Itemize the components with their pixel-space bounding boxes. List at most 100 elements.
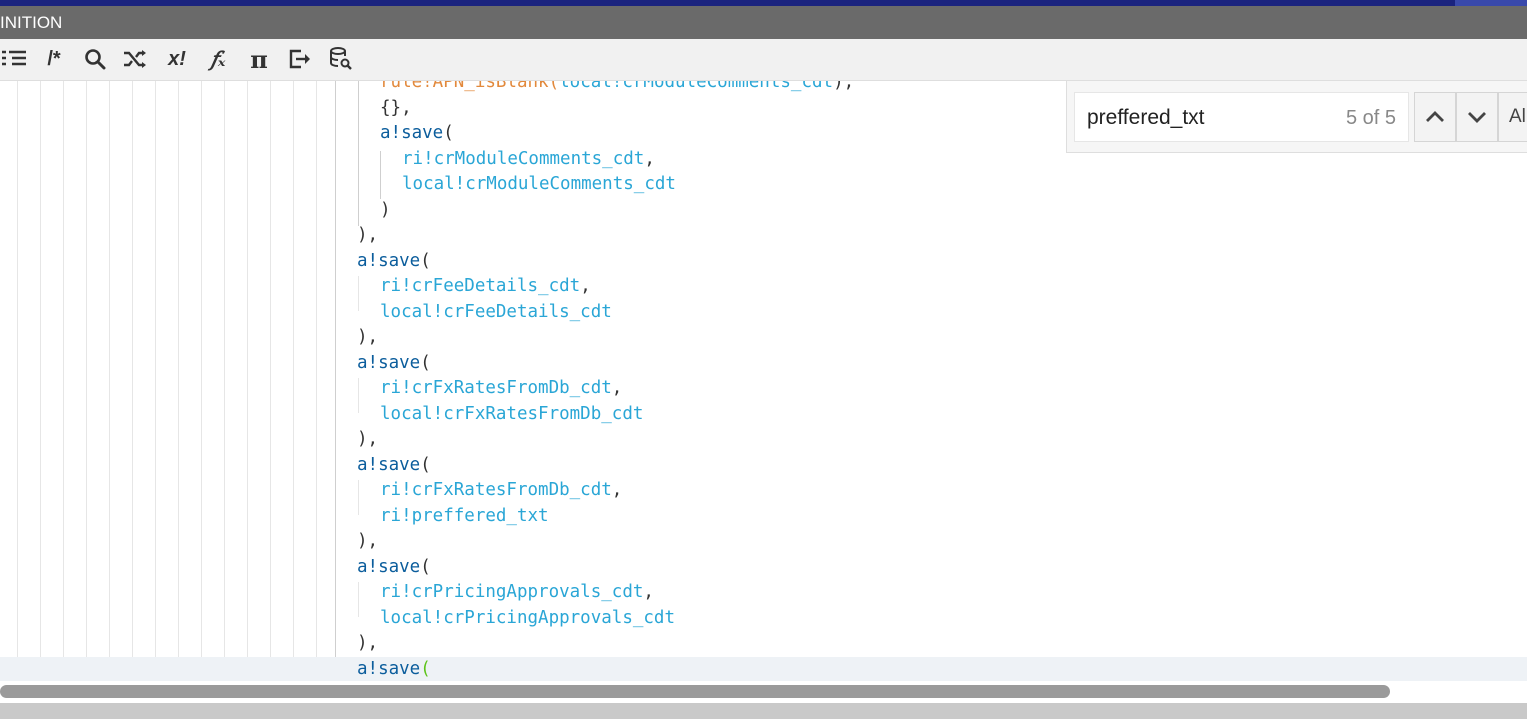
panel-title: INITION (0, 13, 63, 32)
code-token: local!crModuleComments_cdt (402, 174, 676, 194)
code-token: ( (420, 556, 431, 577)
database-search-icon[interactable] (327, 45, 355, 73)
comment-label: /* (47, 47, 61, 70)
code-line[interactable]: ), (0, 223, 1527, 249)
code-line[interactable]: ri!preffered_txt (0, 504, 1527, 530)
code-token: ri!crFxRatesFromDb_cdt (380, 378, 612, 398)
code-token: ), (357, 225, 379, 245)
panel-title-bar: INITION (0, 6, 1527, 39)
code-line[interactable]: ) (0, 198, 1527, 224)
code-line[interactable]: ri!crFxRatesFromDb_cdt, (0, 376, 1527, 402)
code-text: ri!crPricingApprovals_cdt, (380, 580, 654, 606)
code-text: ri!crFeeDetails_cdt, (380, 274, 591, 300)
variable-label: x! (168, 47, 186, 70)
code-text: a!save( (357, 249, 431, 275)
code-line[interactable]: a!save( (0, 555, 1527, 581)
code-token: ), (357, 327, 379, 347)
code-text: local!crFxRatesFromDb_cdt (380, 402, 643, 428)
code-text: local!crFeeDetails_cdt (380, 300, 612, 326)
code-text: ), (357, 529, 378, 555)
code-text: ) (380, 198, 391, 224)
code-token: {}, (380, 97, 412, 118)
find-all-button[interactable]: All (1498, 92, 1527, 142)
code-token: , (611, 378, 623, 398)
code-token: , (580, 276, 591, 296)
code-token: ri!crModuleComments_cdt (402, 148, 645, 169)
editor-toolbar: /* x! 𝑓ₓ π (0, 39, 1527, 81)
horizontal-scrollbar[interactable] (0, 681, 1527, 703)
function-label: 𝑓ₓ (210, 47, 226, 71)
code-text: a!save( (357, 657, 431, 682)
code-token: rule!APN_isBlank( (380, 81, 560, 92)
code-text: local!crPricingApprovals_cdt (380, 606, 675, 632)
code-line[interactable]: local!crFeeDetails_cdt (0, 300, 1527, 326)
code-text: a!save( (357, 555, 431, 581)
chevron-up-icon (1426, 111, 1444, 122)
code-token: ( (420, 658, 431, 679)
code-token: , (644, 148, 655, 169)
code-line[interactable]: a!save( (0, 249, 1527, 275)
code-token: , (611, 480, 623, 500)
find-next-button[interactable] (1456, 92, 1498, 142)
code-token: a!save (357, 556, 421, 577)
find-input[interactable]: preffered_txt 5 of 5 (1074, 92, 1409, 142)
code-line[interactable]: ), (0, 325, 1527, 351)
code-token: local!crFxRatesFromDb_cdt (380, 403, 644, 424)
code-line[interactable]: ), (0, 529, 1527, 555)
shuffle-icon[interactable] (121, 45, 149, 73)
code-token: local!crPricingApprovals_cdt (380, 607, 676, 628)
code-token: ( (420, 454, 431, 475)
code-token: a!save (380, 123, 444, 143)
comment-icon[interactable]: /* (40, 45, 68, 73)
export-icon[interactable] (286, 45, 314, 73)
search-icon[interactable] (81, 45, 109, 73)
find-match-count: 5 of 5 (1345, 107, 1396, 129)
code-editor[interactable]: rule!APN_isBlank(local!crModuleComments_… (0, 81, 1527, 681)
code-token: a!save (357, 454, 421, 475)
code-line[interactable]: local!crFxRatesFromDb_cdt (0, 402, 1527, 428)
code-token: ), (357, 531, 379, 551)
code-token: ), (357, 429, 379, 449)
find-all-label: All (1509, 106, 1527, 127)
code-token: local!crFeeDetails_cdt (380, 301, 612, 322)
code-line[interactable]: ri!crPricingApprovals_cdt, (0, 580, 1527, 606)
find-previous-button[interactable] (1414, 92, 1456, 142)
code-text: ), (357, 223, 378, 249)
find-widget: preffered_txt 5 of 5 All (1066, 81, 1527, 153)
code-token: ri!crFxRatesFromDb_cdt (380, 480, 612, 500)
code-token: a!save (357, 352, 421, 373)
code-line[interactable]: local!crModuleComments_cdt (0, 172, 1527, 198)
code-token: ), (357, 633, 379, 653)
code-text: ri!crModuleComments_cdt, (402, 147, 655, 173)
pi-icon[interactable]: π (245, 44, 273, 74)
code-text: a!save( (380, 121, 454, 147)
code-line[interactable]: ri!crFeeDetails_cdt, (0, 274, 1527, 300)
code-line[interactable]: ), (0, 427, 1527, 453)
code-token: ( (443, 123, 454, 143)
function-icon[interactable]: 𝑓ₓ (204, 45, 232, 73)
code-line[interactable]: local!crPricingApprovals_cdt (0, 606, 1527, 632)
code-token: ), (833, 81, 855, 92)
code-text: local!crModuleComments_cdt (402, 172, 676, 198)
code-text: ), (357, 631, 378, 657)
code-text: ), (357, 427, 378, 453)
find-query: preffered_txt (1087, 106, 1205, 129)
variable-icon[interactable]: x! (163, 45, 191, 73)
code-token: local!crModuleComments_cdt (559, 81, 834, 92)
code-text: ri!crFxRatesFromDb_cdt, (380, 376, 622, 402)
outline-icon[interactable] (0, 45, 28, 73)
code-token: ri!crFeeDetails_cdt (380, 276, 581, 296)
code-token: ) (380, 199, 391, 220)
code-text: ri!preffered_txt (380, 504, 549, 530)
code-text: ri!crFxRatesFromDb_cdt, (380, 478, 622, 504)
code-line[interactable]: ri!crFxRatesFromDb_cdt, (0, 478, 1527, 504)
code-line[interactable]: a!save( (0, 351, 1527, 377)
code-token: ri!crPricingApprovals_cdt (380, 582, 644, 602)
code-token: a!save (357, 250, 421, 271)
pi-label: π (250, 44, 268, 74)
code-text: rule!APN_isBlank(local!crModuleComments_… (380, 81, 854, 96)
code-line[interactable]: ), (0, 631, 1527, 657)
code-line[interactable]: a!save( (0, 453, 1527, 479)
horizontal-scrollbar-thumb[interactable] (0, 685, 1390, 698)
code-line[interactable]: a!save( (0, 656, 1527, 682)
